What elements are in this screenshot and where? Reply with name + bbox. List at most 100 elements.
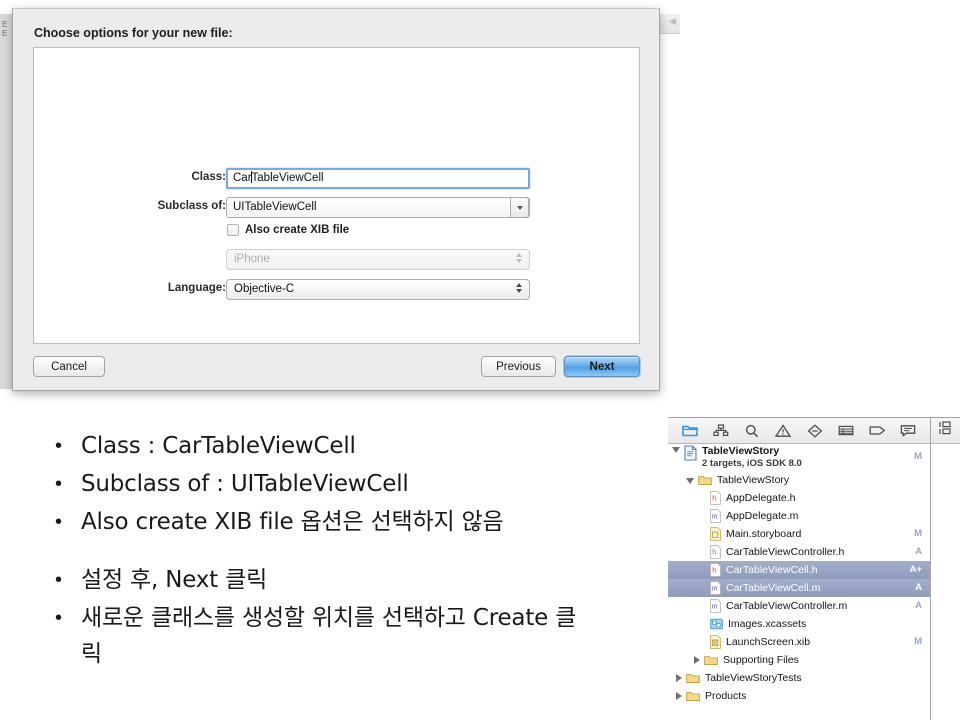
list-item: • Subclass of : UITableViewCell: [55, 466, 655, 502]
header-file-icon: h: [710, 545, 721, 559]
storyboard-icon: [710, 527, 721, 541]
message-icon[interactable]: [898, 422, 918, 440]
tree-row-group[interactable]: TableViewStoryTests: [668, 669, 930, 687]
tree-row-label: AppDelegate.h: [726, 492, 930, 504]
also-create-xib-checkbox-row[interactable]: Also create XIB file: [227, 224, 349, 236]
subclass-value: UITableViewCell: [233, 201, 317, 213]
tree-row-group[interactable]: Products: [668, 687, 930, 705]
dialog-content-panel: Class: CarTableViewCell Subclass of: UIT…: [33, 47, 640, 344]
list-item: • Class : CarTableViewCell: [55, 428, 655, 464]
tree-row-file[interactable]: h CarTableViewController.h A: [668, 543, 930, 561]
tree-row-file[interactable]: LaunchScreen.xib M: [668, 633, 930, 651]
tree-row-label: Products: [705, 690, 930, 702]
status-badge: M: [914, 528, 922, 539]
breakpoint-diamond-icon[interactable]: [805, 422, 825, 440]
search-icon[interactable]: [742, 422, 762, 440]
language-label: Language:: [168, 282, 226, 294]
svg-text:h: h: [712, 550, 716, 557]
tree-row-label: CarTableViewController.m: [726, 600, 930, 612]
tree-row-label: CarTableViewController.h: [726, 546, 930, 558]
folder-icon: [686, 673, 700, 684]
tree-row-file-selected[interactable]: m CarTableViewCell.m A: [668, 579, 930, 597]
tree-row-label: CarTableViewCell.h: [726, 564, 930, 576]
report-list-icon[interactable]: [836, 422, 856, 440]
tree-row-file[interactable]: h AppDelegate.h: [668, 489, 930, 507]
bullet-marker: •: [55, 466, 81, 502]
list-item-label: Class : CarTableViewCell: [81, 428, 356, 464]
disclosure-triangle-icon[interactable]: [672, 447, 680, 453]
tree-row-file-selected[interactable]: h CarTableViewCell.h A+: [668, 561, 930, 579]
bullet-spacer: [55, 542, 655, 562]
warning-triangle-icon[interactable]: [773, 422, 793, 440]
folder-icon: [704, 655, 718, 666]
class-value-after-caret: TableViewCell: [252, 172, 324, 184]
tree-row-label: CarTableViewCell.m: [726, 582, 930, 594]
slide-bullet-list: • Class : CarTableViewCell • Subclass of…: [55, 428, 655, 674]
language-field-row: Language: Objective-C: [34, 279, 641, 301]
folder-icon: [698, 475, 712, 486]
also-create-xib-checkbox[interactable]: [227, 224, 239, 236]
tag-icon[interactable]: [867, 422, 887, 440]
language-value: Objective-C: [234, 283, 294, 295]
tree-row-file[interactable]: Images.xcassets: [668, 615, 930, 633]
cancel-button[interactable]: Cancel: [33, 356, 105, 377]
chevron-down-icon[interactable]: [510, 197, 529, 218]
navigator-divider: [930, 418, 931, 720]
status-badge: A: [915, 582, 922, 593]
svg-text:m: m: [712, 514, 718, 521]
tree-row-project[interactable]: TableViewStory 2 targets, iOS SDK 8.0 M: [668, 445, 930, 471]
tree-row-label: LaunchScreen.xib: [726, 636, 930, 648]
folder-icon: [686, 691, 700, 702]
tree-row-group[interactable]: Supporting Files: [668, 651, 930, 669]
bullet-marker: •: [55, 428, 81, 464]
class-name-input[interactable]: CarTableViewCell: [226, 168, 530, 189]
tree-row-file[interactable]: m CarTableViewController.m A: [668, 597, 930, 615]
subclass-field-row: Subclass of: UITableViewCell: [34, 197, 641, 219]
class-label: Class:: [191, 171, 226, 183]
assets-icon: [710, 618, 723, 630]
disclosure-triangle-icon[interactable]: [686, 478, 694, 484]
disclosure-triangle-icon[interactable]: [676, 692, 682, 700]
split-panel-icon[interactable]: [939, 421, 952, 440]
stepper-icon[interactable]: [516, 283, 522, 293]
tree-row-file[interactable]: Main.storyboard M: [668, 525, 930, 543]
previous-button[interactable]: Previous: [481, 356, 556, 377]
list-item: • Also create XIB file 옵션은 선택하지 않음: [55, 504, 655, 540]
also-create-xib-label: Also create XIB file: [245, 224, 349, 236]
list-item-label: 설정 후, Next 클릭: [81, 562, 267, 598]
bullet-marker: •: [55, 562, 81, 598]
editor-left-gutter: EE: [0, 14, 12, 389]
bullet-marker: •: [55, 600, 81, 636]
source-file-icon: m: [710, 599, 721, 613]
breadcrumb-back-arrow-icon: ◀: [669, 16, 676, 27]
subclass-combobox[interactable]: UITableViewCell: [226, 197, 530, 218]
disclosure-triangle-icon[interactable]: [676, 674, 682, 682]
status-badge: M: [914, 451, 922, 462]
tree-row-label: Main.storyboard: [726, 528, 930, 540]
svg-text:h: h: [712, 496, 716, 503]
disclosure-triangle-icon[interactable]: [694, 656, 700, 664]
project-icon: [684, 445, 697, 461]
status-badge: A+: [910, 564, 922, 575]
status-badge: A: [915, 546, 922, 557]
folder-icon[interactable]: [680, 422, 700, 440]
source-file-icon: m: [710, 509, 721, 523]
xcode-project-navigator: TableViewStory 2 targets, iOS SDK 8.0 M …: [668, 417, 960, 720]
project-subtitle: 2 targets, iOS SDK 8.0: [702, 458, 930, 469]
project-name: TableViewStory: [702, 445, 779, 457]
list-item-label: 새로운 클래스를 생성할 위치를 선택하고 Create 클릭: [81, 600, 581, 672]
hierarchy-icon[interactable]: [711, 422, 731, 440]
header-file-icon: h: [710, 563, 721, 577]
bullet-marker: •: [55, 504, 81, 540]
tree-row-group[interactable]: TableViewStory: [668, 471, 930, 489]
tree-row-label: TableViewStory: [717, 474, 930, 486]
xib-icon: [710, 635, 721, 649]
list-item: • 새로운 클래스를 생성할 위치를 선택하고 Create 클릭: [55, 600, 655, 672]
device-family-value: iPhone: [234, 253, 270, 265]
next-button[interactable]: Next: [564, 356, 640, 377]
language-popup[interactable]: Objective-C: [226, 279, 530, 300]
tree-row-file[interactable]: m AppDelegate.m: [668, 507, 930, 525]
class-value-before-caret: Car: [233, 172, 252, 184]
list-item: • 설정 후, Next 클릭: [55, 562, 655, 598]
gutter-glyph: EE: [2, 20, 7, 38]
